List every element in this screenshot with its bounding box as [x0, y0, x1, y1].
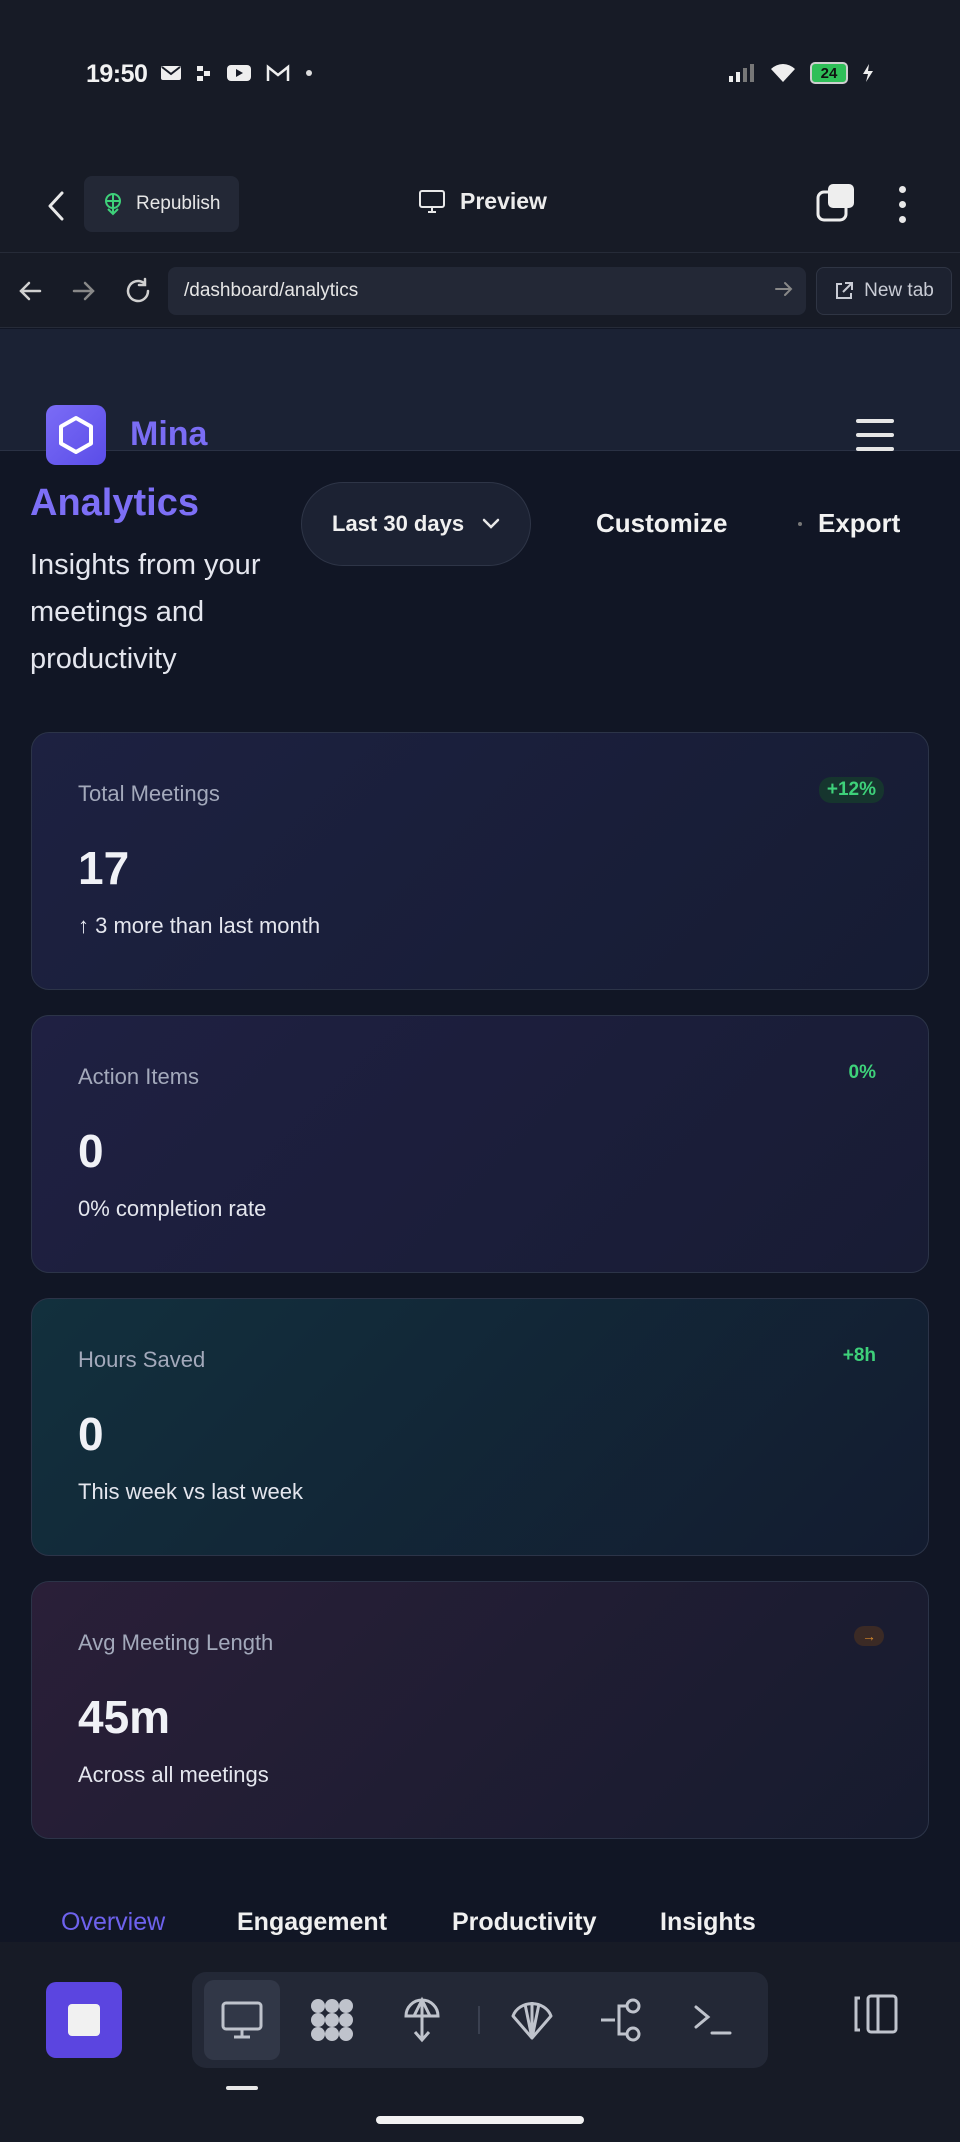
card-note: Across all meetings — [78, 1762, 269, 1787]
brand-name[interactable]: Mina — [130, 415, 207, 454]
chevron-left-icon — [48, 191, 64, 221]
tool-integrations[interactable] — [494, 1980, 570, 2060]
tab-overview[interactable]: Overview — [61, 1908, 165, 1937]
reload-button[interactable] — [118, 271, 158, 311]
arrow-left-icon — [19, 281, 42, 301]
site-header: Mina — [0, 329, 960, 465]
tool-group — [192, 1972, 768, 2068]
umbrella-icon — [404, 1996, 440, 2043]
back-button[interactable] — [36, 182, 76, 230]
date-range-value: Last 30 days — [332, 511, 465, 536]
nav-back-button[interactable] — [10, 271, 50, 311]
date-range-select[interactable]: Last 30 days — [301, 482, 531, 566]
notification-icons — [160, 64, 314, 82]
card-note: This week vs last week — [78, 1479, 303, 1504]
stat-card-hours-saved: Hours Saved +8h 0 This week vs last week — [31, 1298, 929, 1556]
toolbar-divider — [478, 2006, 480, 2034]
export-button[interactable]: Export — [798, 508, 900, 539]
dots-icon — [197, 66, 210, 81]
active-tool-indicator — [226, 2086, 258, 2090]
card-label: Total Meetings — [78, 781, 220, 806]
trend-badge: +8h — [842, 1345, 876, 1366]
card-value: 45m — [78, 1691, 171, 1743]
card-value: 0 — [78, 1408, 104, 1460]
card-label: Avg Meeting Length — [78, 1630, 274, 1655]
export-label: Export — [818, 508, 901, 538]
more-options-button[interactable] — [886, 182, 918, 226]
monitor-icon — [221, 2001, 263, 2039]
tool-preview[interactable] — [204, 1980, 280, 2060]
card-value: 17 — [78, 842, 130, 894]
brand-logo[interactable] — [46, 405, 106, 465]
url-input[interactable]: /dashboard/analytics — [168, 267, 806, 315]
url-bar: /dashboard/analytics New tab — [0, 252, 960, 328]
branch-icon — [601, 1998, 641, 2042]
dot-icon — [306, 70, 312, 76]
stat-card-total-meetings: Total Meetings +12% 17 ↑ 3 more than las… — [31, 732, 929, 990]
go-arrow-icon[interactable] — [774, 279, 794, 299]
card-note: ↑ 3 more than last month — [78, 913, 321, 938]
battery-icon: 24 — [810, 62, 848, 84]
stat-card-avg-meeting-length: Avg Meeting Length → 45m Across all meet… — [31, 1581, 929, 1839]
tabs-icon[interactable] — [814, 182, 858, 226]
trend-badge: +12% — [818, 777, 884, 803]
republish-icon — [105, 193, 121, 216]
bottom-toolbar — [0, 1942, 960, 2142]
card-note: 0% completion rate — [78, 1196, 267, 1221]
page-title: Analytics — [30, 482, 199, 524]
chevron-down-icon — [482, 518, 500, 529]
shell-icon — [511, 2002, 553, 2040]
tool-git[interactable] — [584, 1980, 660, 2060]
home-indicator — [376, 2116, 584, 2124]
tab-productivity[interactable]: Productivity — [452, 1908, 596, 1937]
stat-card-action-items: Action Items 0% 0 0% completion rate — [31, 1015, 929, 1273]
export-icon — [798, 521, 802, 526]
hamburger-menu-button[interactable] — [856, 419, 894, 451]
reload-icon — [126, 277, 150, 303]
system-icons: 24 — [728, 62, 874, 84]
preview-label: Preview — [460, 188, 547, 214]
url-text: /dashboard/analytics — [184, 280, 359, 301]
trend-badge: → — [854, 1626, 884, 1646]
external-link-icon — [836, 282, 854, 299]
preview-title: Preview — [418, 188, 547, 215]
card-label: Hours Saved — [78, 1347, 206, 1372]
signal-icon — [729, 64, 754, 82]
card-value: 0 — [78, 1125, 104, 1177]
tool-deploy[interactable] — [384, 1980, 460, 2060]
stop-icon — [68, 2004, 100, 2036]
trend-badge: 0% — [848, 1062, 876, 1083]
hexagon-icon — [59, 416, 93, 454]
status-time: 19:50 — [86, 60, 148, 88]
page-subtitle: Insights from your meetings and producti… — [30, 549, 261, 675]
new-tab-button[interactable]: New tab — [816, 267, 952, 315]
gmail-icon — [266, 64, 290, 81]
stop-button[interactable] — [46, 1982, 122, 2058]
wifi-icon — [771, 64, 795, 82]
republish-button[interactable]: Republish — [84, 176, 239, 232]
tab-engagement[interactable]: Engagement — [237, 1908, 387, 1937]
grid-blob-icon — [311, 1999, 353, 2041]
tool-terminal[interactable] — [674, 1980, 750, 2060]
analytics-tabs: Overview Engagement Productivity Insight… — [0, 1900, 960, 1942]
status-bar: 19:50 24 — [0, 0, 960, 160]
app-bar: Republish Preview — [0, 160, 960, 252]
customize-button[interactable]: Customize — [596, 508, 727, 539]
card-label: Action Items — [78, 1064, 200, 1089]
sidebar-toggle-icon[interactable] — [852, 1992, 900, 2036]
tab-insights[interactable]: Insights — [660, 1908, 756, 1937]
charging-icon — [863, 64, 873, 82]
youtube-icon — [227, 65, 251, 81]
republish-label: Republish — [136, 193, 221, 214]
arrow-right-icon — [72, 281, 95, 301]
nav-forward-button[interactable] — [64, 271, 104, 311]
terminal-icon — [694, 2005, 732, 2035]
mail-icon — [161, 66, 181, 80]
tool-components[interactable] — [294, 1980, 370, 2060]
new-tab-label: New tab — [864, 280, 934, 301]
monitor-icon — [419, 189, 445, 213]
